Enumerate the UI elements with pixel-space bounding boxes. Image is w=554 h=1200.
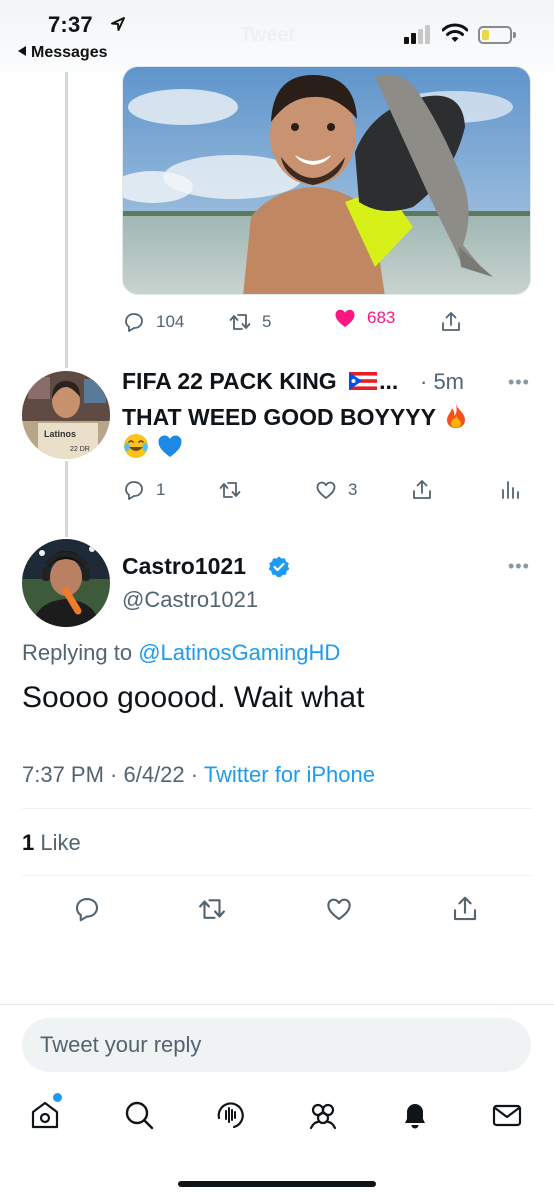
like-count: 683: [367, 308, 396, 327]
reply-avatar[interactable]: Latinos 22 DR: [22, 371, 110, 459]
reply-like-action[interactable]: 3: [314, 478, 357, 502]
home-indicator: [178, 1181, 376, 1187]
share-icon: [442, 312, 460, 331]
main-avatar-image: [22, 539, 110, 627]
reply-more-icon[interactable]: •••: [508, 372, 530, 393]
communities-icon: [309, 1103, 337, 1130]
compose-divider: [0, 1004, 554, 1005]
reply-action[interactable]: 104: [122, 310, 184, 334]
nav-title: Tweet: [240, 24, 296, 46]
main-timestamp: 7:37 PM · 6/4/22 ·: [22, 762, 199, 787]
tab-messages[interactable]: [490, 1098, 524, 1132]
notifications-icon: [405, 1104, 425, 1129]
battery-icon: [478, 26, 516, 44]
analytics-icon: [502, 481, 519, 499]
share-icon: [453, 896, 477, 921]
back-to-messages-button[interactable]: Messages: [18, 44, 108, 62]
fire-emoji: [446, 404, 465, 428]
photo-fishing-illustration: [123, 67, 530, 294]
retweet-action[interactable]: 5: [228, 310, 271, 334]
heart-filled-icon: [335, 309, 355, 327]
tab-communities[interactable]: [306, 1098, 340, 1132]
home-icon: [31, 1101, 59, 1129]
meta-divider: [22, 808, 532, 809]
likes-divider: [22, 875, 532, 876]
status-clock: 7:37: [48, 12, 93, 37]
reply-icon: [125, 481, 143, 500]
reply-author-text: FIFA 22 PACK KING: [122, 368, 337, 394]
reply-reply-count: 1: [156, 480, 166, 499]
reply-text: THAT WEED GOOD BOYYYY: [122, 404, 436, 430]
share-action[interactable]: [439, 310, 463, 334]
search-icon: [125, 1101, 154, 1130]
location-arrow-icon: [111, 17, 125, 31]
avatar-subcaption: 22 DR: [70, 446, 90, 453]
main-like-action[interactable]: [324, 894, 354, 924]
heart-icon: [327, 898, 351, 921]
like-action[interactable]: 683: [333, 306, 395, 330]
reply-like-count: 3: [348, 480, 358, 499]
reply-icon: [125, 313, 143, 332]
share-icon: [413, 480, 431, 499]
cellular-signal-icon: [404, 24, 434, 44]
reply-share-action[interactable]: [410, 478, 434, 502]
home-notification-dot: [53, 1093, 62, 1102]
reply-body: THAT WEED GOOD BOYYYY: [122, 402, 512, 462]
puerto-rico-flag-icon: [349, 372, 378, 390]
likes-summary[interactable]: 1 Like: [22, 830, 81, 856]
messages-icon: [492, 1104, 522, 1127]
retweet-count: 5: [262, 312, 272, 331]
back-triangle-icon: [18, 46, 26, 56]
blue-heart-emoji: [158, 435, 182, 457]
reply-icon: [75, 897, 99, 922]
likes-count: 1: [22, 830, 35, 855]
main-retweet-action[interactable]: [197, 894, 227, 924]
reply-avatar-image: Latinos 22 DR: [22, 371, 110, 459]
spaces-icon: [217, 1102, 244, 1129]
main-share-action[interactable]: [450, 894, 480, 924]
status-bar: 7:37 Tweet Messages: [0, 0, 554, 72]
main-avatar[interactable]: [22, 539, 110, 627]
main-source-link[interactable]: Twitter for iPhone: [204, 762, 375, 787]
main-author-handle[interactable]: @Castro1021: [122, 587, 258, 613]
main-tweet-meta: 7:37 PM · 6/4/22 · Twitter for iPhone: [22, 762, 375, 788]
main-more-icon[interactable]: •••: [508, 556, 530, 577]
reply-analytics-action[interactable]: [498, 478, 522, 502]
main-tweet-text: Soooo gooood. Wait what: [22, 681, 365, 714]
joy-emoji: [124, 434, 148, 458]
back-label: Messages: [31, 44, 108, 61]
reply-retweet-action[interactable]: [218, 478, 242, 502]
wifi-icon: [442, 23, 468, 42]
reply-reply-action[interactable]: 1: [122, 478, 165, 502]
verified-badge-icon: [268, 556, 290, 578]
replying-to-line: Replying to @LatinosGamingHD: [22, 640, 340, 666]
retweet-icon: [229, 314, 251, 330]
thread-line-top: [65, 72, 68, 368]
likes-label: Like: [40, 830, 81, 855]
tab-search[interactable]: [122, 1098, 156, 1132]
avatar-caption: Latinos: [44, 429, 76, 439]
tweet-reply-input[interactable]: Tweet your reply: [22, 1018, 531, 1072]
retweet-icon: [199, 899, 225, 919]
tab-home[interactable]: [28, 1098, 62, 1132]
heart-icon: [316, 481, 336, 499]
tab-spaces[interactable]: [214, 1098, 248, 1132]
tweet-photo[interactable]: [122, 66, 531, 295]
main-reply-action[interactable]: [72, 894, 102, 924]
tab-notifications[interactable]: [398, 1098, 432, 1132]
reply-author-ellipsis: ...: [379, 368, 399, 394]
reply-time: · 5m: [420, 369, 464, 394]
retweet-icon: [219, 482, 241, 498]
reply-count: 104: [156, 312, 185, 331]
replying-to-link[interactable]: @LatinosGamingHD: [138, 640, 340, 665]
thread-line-middle: [65, 461, 68, 537]
main-author-name[interactable]: Castro1021: [122, 553, 246, 580]
reply-author-name[interactable]: FIFA 22 PACK KING ...: [122, 368, 398, 395]
replying-prefix: Replying to: [22, 640, 133, 665]
